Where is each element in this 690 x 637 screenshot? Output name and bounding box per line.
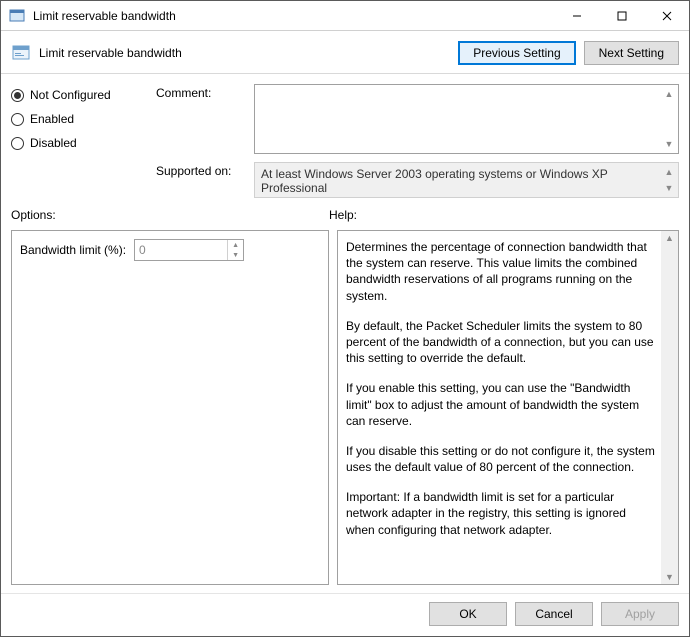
radio-dot-icon (11, 89, 24, 102)
scrollbar[interactable]: ▲ ▼ (661, 231, 678, 584)
help-paragraph: If you enable this setting, you can use … (346, 380, 656, 429)
help-text: Determines the percentage of connection … (346, 239, 670, 576)
spinner-down-icon[interactable]: ▼ (228, 250, 243, 260)
bandwidth-limit-spinner[interactable]: 0 ▲ ▼ (134, 239, 244, 261)
radio-disabled[interactable]: Disabled (11, 136, 146, 150)
titlebar: Limit reservable bandwidth (1, 1, 689, 31)
apply-button[interactable]: Apply (601, 602, 679, 626)
options-panel: Bandwidth limit (%): 0 ▲ ▼ (11, 230, 329, 585)
supported-on-text: At least Windows Server 2003 operating s… (261, 167, 608, 195)
chevron-up-icon[interactable]: ▲ (662, 165, 676, 179)
help-paragraph: By default, the Packet Scheduler limits … (346, 318, 656, 367)
chevron-down-icon[interactable]: ▼ (665, 572, 674, 582)
supported-label: Supported on: (156, 162, 246, 178)
next-setting-button[interactable]: Next Setting (584, 41, 679, 65)
radio-enabled[interactable]: Enabled (11, 112, 146, 126)
dialog-window: Limit reservable bandwidth Limit reserva… (0, 0, 690, 637)
radio-label: Disabled (30, 136, 77, 150)
chevron-up-icon[interactable]: ▲ (662, 87, 676, 101)
subheader: Limit reservable bandwidth Previous Sett… (1, 31, 689, 74)
help-panel: Determines the percentage of connection … (337, 230, 679, 585)
radio-dot-icon (11, 113, 24, 126)
radio-not-configured[interactable]: Not Configured (11, 88, 146, 102)
policy-icon (11, 43, 31, 63)
bandwidth-limit-value: 0 (135, 243, 227, 257)
state-radio-group: Not Configured Enabled Disabled (11, 84, 146, 198)
chevron-up-icon[interactable]: ▲ (665, 233, 674, 243)
dialog-footer: OK Cancel Apply (1, 593, 689, 636)
help-section-label: Help: (329, 208, 357, 222)
help-paragraph: Important: If a bandwidth limit is set f… (346, 489, 656, 538)
maximize-button[interactable] (599, 1, 644, 30)
help-paragraph: Determines the percentage of connection … (346, 239, 656, 304)
window-title: Limit reservable bandwidth (31, 9, 554, 23)
help-paragraph: If you disable this setting or do not co… (346, 443, 656, 475)
bandwidth-limit-label: Bandwidth limit (%): (20, 243, 126, 257)
options-section-label: Options: (11, 208, 329, 222)
previous-setting-button[interactable]: Previous Setting (458, 41, 575, 65)
radio-label: Not Configured (30, 88, 111, 102)
comment-input[interactable]: ▲ ▼ (254, 84, 679, 154)
radio-dot-icon (11, 137, 24, 150)
supported-on-box: At least Windows Server 2003 operating s… (254, 162, 679, 198)
close-button[interactable] (644, 1, 689, 30)
minimize-button[interactable] (554, 1, 599, 30)
policy-title: Limit reservable bandwidth (39, 46, 458, 60)
chevron-down-icon[interactable]: ▼ (662, 137, 676, 151)
comment-label: Comment: (156, 84, 246, 100)
cancel-button[interactable]: Cancel (515, 602, 593, 626)
spinner-up-icon[interactable]: ▲ (228, 240, 243, 250)
ok-button[interactable]: OK (429, 602, 507, 626)
app-icon (9, 8, 25, 24)
chevron-down-icon[interactable]: ▼ (662, 181, 676, 195)
radio-label: Enabled (30, 112, 74, 126)
